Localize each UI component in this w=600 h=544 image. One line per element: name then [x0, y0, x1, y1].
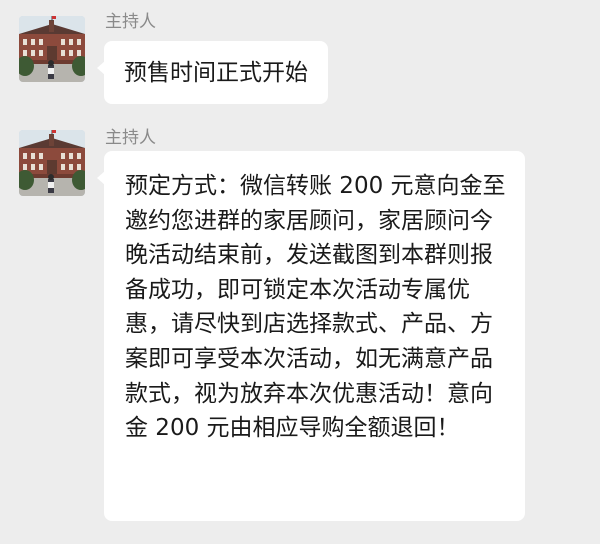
message-text: 预定方式：微信转账 200 元意向金至邀约您进群的家居顾问，家居顾问今晚活动结束… [125, 173, 506, 442]
avatar[interactable] [19, 130, 85, 196]
campus-building-avatar-image [19, 16, 85, 82]
message-bubble[interactable]: 预定方式：微信转账 200 元意向金至邀约您进群的家居顾问，家居顾问今晚活动结束… [97, 151, 525, 521]
sender-name: 主持人 [105, 128, 156, 148]
chat-message: 主持人 预售时间正式开始 [0, 0, 600, 110]
sender-name: 主持人 [105, 12, 156, 32]
message-bubble[interactable]: 预售时间正式开始 [97, 41, 328, 104]
avatar[interactable] [19, 16, 85, 82]
chat-message: 主持人 预定方式：微信转账 200 元意向金至邀约您进群的家居顾问，家居顾问今晚… [0, 110, 600, 544]
message-text: 预售时间正式开始 [124, 60, 308, 86]
campus-building-avatar-image [19, 130, 85, 196]
